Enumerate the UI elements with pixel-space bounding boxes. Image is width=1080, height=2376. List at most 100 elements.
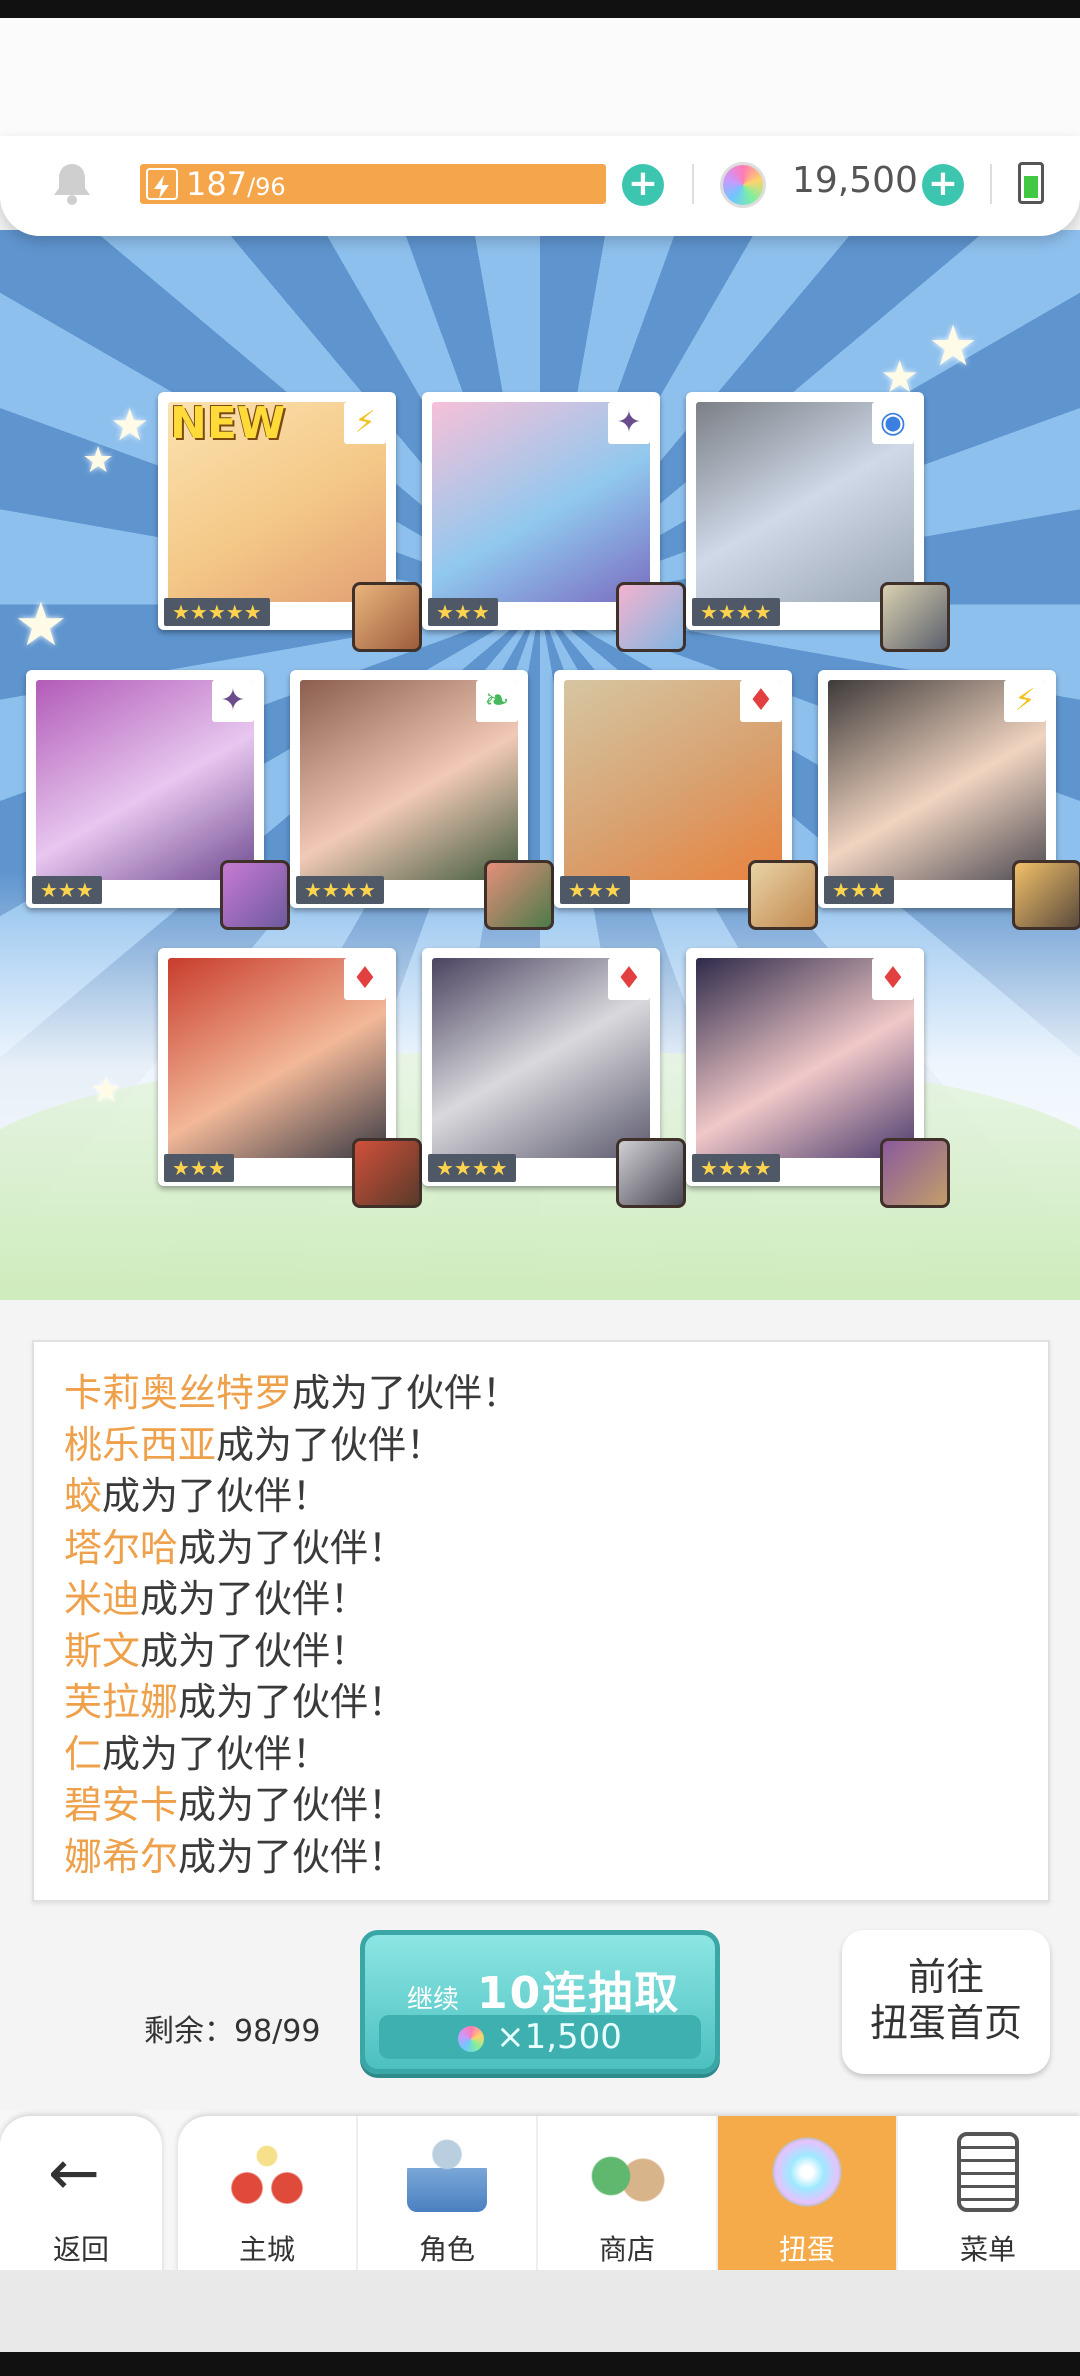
gem-orb-icon [458,2025,485,2052]
character-card[interactable]: ⚡ ★★★ [818,670,1080,930]
back-button[interactable]: ← 返回 [0,2116,162,2276]
character-card[interactable]: ♦ ★★★★ [422,948,686,1208]
character-name: 碧安卡 [64,1783,179,1827]
water-attribute-icon: ◉ [872,402,914,444]
system-status-strip [0,0,1080,18]
add-gems-button[interactable]: + [922,164,964,206]
chibi-sprite [220,860,290,930]
divider [990,164,992,204]
battery-icon [1018,162,1044,204]
add-stamina-button[interactable]: + [622,164,664,206]
draw-cost-value: ×1,500 [496,2017,622,2057]
system-nav-strip [0,2270,1080,2376]
character-card[interactable]: ❧ ★★★★ [290,670,554,930]
character-card[interactable]: ✦ ★★★ [26,670,290,930]
chibi-sprite [1012,860,1080,930]
tab-gacha[interactable]: 扭蛋 [718,2116,898,2276]
sparkle-star-icon: ★ [82,440,115,481]
sparkle-star-icon: ★ [928,314,979,379]
character-card[interactable]: ◉ ★★★★ [686,392,950,652]
character-card[interactable]: NEW ⚡ ★★★★★ [158,392,422,652]
shop-bag-icon [587,2132,667,2212]
rarity-stars: ★★★★ [428,1154,516,1182]
log-line: 娜希尔成为了伙伴！ [64,1832,1018,1884]
rarity-stars: ★★★★★ [164,598,270,626]
stamina-bar: 187/96 [140,164,606,204]
chibi-sprite [880,582,950,652]
tab-shop[interactable]: 商店 [538,2116,718,2276]
castle-icon [227,2132,307,2212]
nav-tabs: 主城 角色 商店 扭蛋 菜单 [178,2116,1080,2276]
gem-count: 19,500 [792,160,918,201]
log-suffix: 成为了伙伴！ [216,1422,445,1467]
lightning-icon [146,168,178,200]
gacha-home-button[interactable]: 前往 扭蛋首页 [842,1930,1050,2074]
sparkle-star-icon: ★ [90,1070,123,1111]
gacha-home-label: 前往 扭蛋首页 [869,1955,1022,2045]
chibi-sprite [484,860,554,930]
arrow-left-icon: ← [48,2136,100,2209]
dark-attribute-icon: ✦ [212,680,254,722]
chibi-sprite [616,1138,686,1208]
sparkle-star-icon: ★ [14,590,68,660]
remaining-draws: 剩余：98/99 [144,2014,321,2049]
rarity-stars: ★★★★ [692,598,780,626]
chibi-sprite [352,1138,422,1208]
character-name: 斯文 [64,1628,141,1673]
tab-label: 扭蛋 [778,2233,835,2266]
log-suffix: 成为了伙伴！ [178,1525,407,1570]
log-line: 米迪成为了伙伴！ [64,1574,1018,1626]
sparkle-star-icon: ★ [110,400,150,451]
log-line: 塔尔哈成为了伙伴！ [64,1523,1018,1575]
character-name: 芙拉娜 [64,1680,179,1724]
rarity-stars: ★★★ [428,598,498,626]
log-suffix: 成为了伙伴！ [178,1834,407,1879]
stamina-current: 187 [186,165,248,203]
rarity-stars: ★★★ [164,1154,234,1182]
tab-label: 角色 [418,2233,475,2266]
rarity-stars: ★★★ [32,876,102,904]
bottom-nav: ← 返回 主城 角色 商店 扭蛋 菜单 [0,2110,1080,2276]
wind-attribute-icon: ❧ [476,680,518,722]
tab-menu[interactable]: 菜单 [898,2116,1078,2276]
tab-label: 商店 [598,2233,655,2266]
fire-attribute-icon: ♦ [344,958,386,1000]
gacha-orb-icon [767,2132,847,2212]
character-name: 娜希尔 [64,1834,179,1879]
draw-title: 10连抽取 [477,1968,681,2019]
character-name: 桃乐西亚 [64,1422,217,1467]
divider [692,164,694,204]
tab-home[interactable]: 主城 [178,2116,358,2276]
rarity-stars: ★★★★ [692,1154,780,1182]
log-line: 斯文成为了伙伴！ [64,1626,1018,1678]
character-name: 米迪 [64,1577,141,1621]
draw-10-button[interactable]: 继续 10连抽取 ×1,500 [360,1930,720,2074]
bell-icon[interactable] [50,160,94,206]
character-card[interactable]: ♦ ★★★ [554,670,818,930]
acquisition-log[interactable]: 卡莉奥丝特罗成为了伙伴！ 桃乐西亚成为了伙伴！ 蛟成为了伙伴！ 塔尔哈成为了伙伴… [32,1340,1050,1902]
menu-list-icon [957,2132,1019,2212]
log-line: 芙拉娜成为了伙伴！ [64,1677,1018,1729]
new-badge: NEW [170,398,286,449]
character-name: 塔尔哈 [64,1525,179,1570]
rarity-stars: ★★★★ [296,876,384,904]
character-name: 卡莉奥丝特罗 [64,1371,293,1415]
character-name: 蛟 [64,1474,103,1518]
character-card[interactable]: ✦ ★★★ [422,392,686,652]
fire-attribute-icon: ♦ [740,680,782,722]
character-card[interactable]: ♦ ★★★★ [686,948,950,1208]
log-line: 卡莉奥丝特罗成为了伙伴！ [64,1368,1018,1420]
lightning-attribute-icon: ⚡ [1004,680,1046,722]
log-line: 仁成为了伙伴！ [64,1729,1018,1781]
chibi-sprite [748,860,818,930]
lightning-attribute-icon: ⚡ [344,402,386,444]
log-line: 蛟成为了伙伴！ [64,1471,1018,1523]
tab-characters[interactable]: 角色 [358,2116,538,2276]
character-figure-icon [407,2132,487,2212]
tab-label: 主城 [238,2233,295,2266]
fire-attribute-icon: ♦ [608,958,650,1000]
log-suffix: 成为了伙伴！ [102,1731,331,1776]
log-suffix: 成为了伙伴！ [140,1577,369,1621]
log-suffix: 成为了伙伴！ [178,1680,407,1724]
character-card[interactable]: ♦ ★★★ [158,948,422,1208]
